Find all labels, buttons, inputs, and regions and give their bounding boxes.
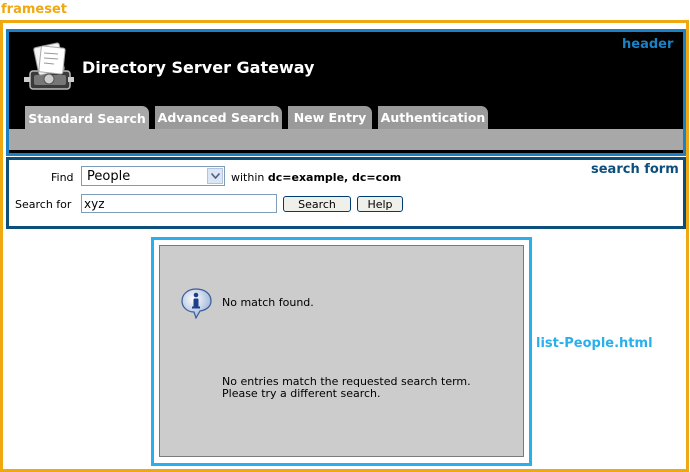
- tab-advanced-search[interactable]: Advanced Search: [155, 106, 282, 129]
- page: frameset header Directory Server Gateway…: [0, 0, 690, 472]
- frameset-annotation: frameset: [1, 2, 67, 17]
- search-button[interactable]: Search: [283, 196, 351, 212]
- header-annotation: header: [622, 37, 674, 52]
- search-for-label: Search for: [15, 198, 72, 211]
- list-annotation: list-People.html: [536, 336, 653, 351]
- find-select[interactable]: People: [81, 166, 225, 186]
- header-outline: [6, 29, 686, 156]
- app-title: Directory Server Gateway: [82, 58, 315, 77]
- status-message: No match found.: [222, 296, 314, 309]
- within-text: within: [231, 171, 265, 184]
- list-frame: [159, 245, 524, 457]
- find-label: Find: [51, 171, 74, 184]
- rolodex-icon: [24, 41, 74, 93]
- tab-authentication[interactable]: Authentication: [378, 106, 488, 129]
- chevron-down-icon[interactable]: [207, 168, 223, 184]
- base-dn: dc=example, dc=com: [267, 171, 402, 184]
- search-input[interactable]: [81, 194, 277, 213]
- tab-standard-search[interactable]: Standard Search: [25, 106, 149, 130]
- detail-line-2: Please try a different search.: [222, 387, 381, 400]
- info-icon: [180, 287, 214, 320]
- find-select-value: People: [87, 169, 131, 184]
- help-button[interactable]: Help: [357, 196, 403, 212]
- search-form-annotation: search form: [591, 162, 679, 177]
- within-label: within dc=example, dc=com: [231, 171, 401, 184]
- tab-new-entry[interactable]: New Entry: [288, 106, 372, 129]
